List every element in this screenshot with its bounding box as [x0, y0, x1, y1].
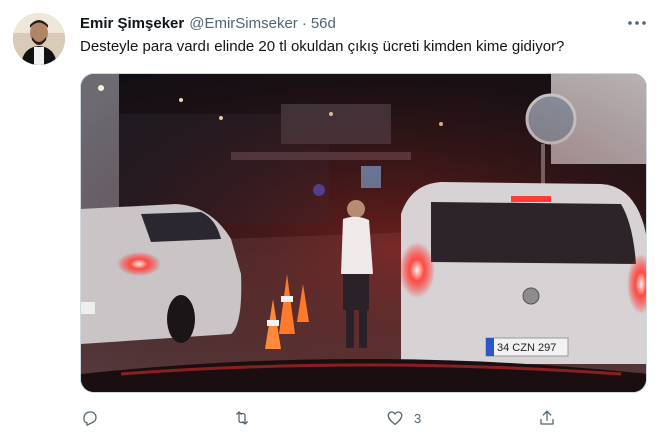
tweet-actions-bar: 3 [70, 401, 590, 435]
tweet-header: Emir Şimşeker @EmirSimseker · 56d [80, 11, 336, 35]
share-icon [530, 401, 564, 435]
author-name[interactable]: Emir Şimşeker [80, 15, 184, 32]
retweet-icon [225, 401, 259, 435]
license-plate-text: 34 CZN 297 [497, 342, 556, 354]
tweet: Emir Şimşeker @EmirSimseker · 56d Destey… [0, 0, 663, 444]
avatar-image [13, 13, 65, 65]
share-button[interactable] [530, 401, 566, 435]
author-handle[interactable]: @EmirSimseker [189, 15, 298, 32]
tweet-media-photo[interactable]: 34 CZN 297 [80, 73, 647, 393]
reply-icon [73, 401, 107, 435]
reply-button[interactable] [73, 401, 109, 435]
retweet-button[interactable] [225, 401, 261, 435]
more-icon [628, 21, 646, 25]
tweet-text: Desteyle para vardı elinde 20 tl okuldan… [80, 38, 565, 55]
more-options-button[interactable] [622, 12, 652, 34]
separator-dot: · [301, 14, 307, 32]
night-parking-photo: 34 CZN 297 [81, 74, 646, 392]
tweet-timestamp[interactable]: 56d [311, 15, 336, 32]
avatar[interactable] [13, 13, 65, 65]
like-button[interactable]: 3 [378, 401, 421, 435]
heart-icon [378, 401, 412, 435]
like-count: 3 [414, 410, 422, 426]
